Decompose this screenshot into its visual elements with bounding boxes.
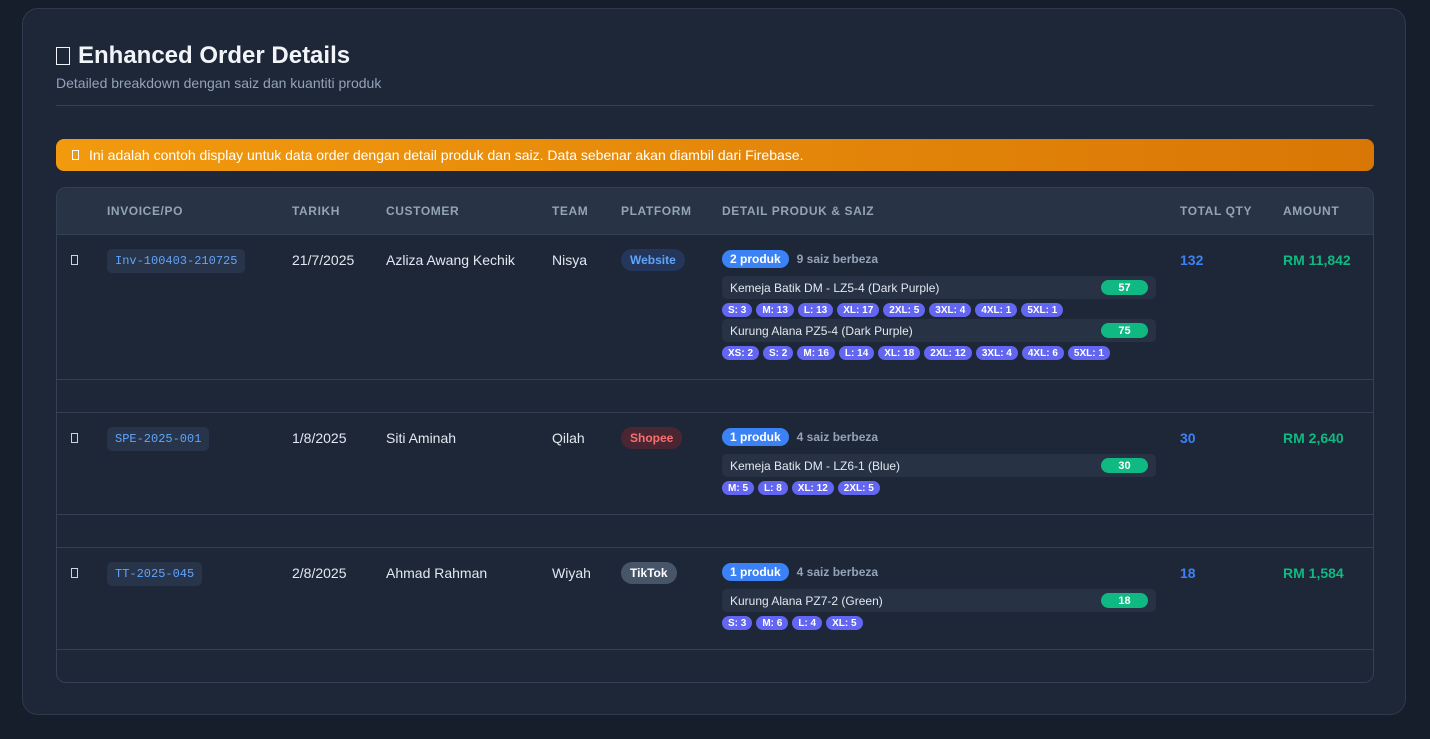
order-date: 1/8/2025 — [292, 430, 347, 446]
product-detail: 1 produk 4 saiz berbeza Kurung Alana PZ7… — [722, 563, 1156, 630]
product-name: Kurung Alana PZ7-2 (Green) — [730, 593, 883, 608]
invoice-badge[interactable]: Inv-100403-210725 — [107, 249, 246, 273]
size-list: XS: 2 S: 2 M: 16 L: 14 XL: 18 2XL: 12 3X… — [722, 346, 1156, 360]
size-badge: 2XL: 5 — [837, 481, 880, 495]
page-title: Enhanced Order Details — [78, 42, 351, 69]
size-badge: XL: 5 — [826, 616, 863, 630]
size-list: M: 5 L: 8 XL: 12 2XL: 5 — [722, 481, 1156, 495]
size-count-label: 9 saiz berbeza — [796, 252, 879, 266]
product-qty-badge: 30 — [1101, 458, 1148, 473]
size-badge: M: 13 — [756, 303, 794, 317]
size-badge: 4XL: 6 — [1021, 346, 1064, 360]
product-detail: 2 produk 9 saiz berbeza Kemeja Batik DM … — [722, 250, 1156, 360]
warning-icon — [72, 150, 79, 160]
header-divider — [56, 105, 1374, 106]
row-checkbox[interactable] — [71, 433, 78, 443]
size-badge: XL: 18 — [878, 346, 921, 360]
total-qty: 30 — [1180, 430, 1196, 446]
table-row[interactable]: TT-2025-045 2/8/2025 Ahmad Rahman Wiyah … — [57, 548, 1373, 650]
size-badge: 4XL: 1 — [975, 303, 1018, 317]
team-name: Qilah — [552, 430, 585, 446]
page-header: Enhanced Order Details Detailed breakdow… — [56, 41, 1374, 91]
product-count-badge: 1 produk — [722, 563, 789, 581]
clipboard-icon — [56, 47, 70, 65]
product-detail: 1 produk 4 saiz berbeza Kemeja Batik DM … — [722, 428, 1156, 495]
size-badge: 2XL: 12 — [924, 346, 972, 360]
col-detail[interactable]: DETAIL PRODUK & SAIZ — [722, 204, 874, 218]
order-details-card: Enhanced Order Details Detailed breakdow… — [22, 8, 1406, 715]
total-qty: 132 — [1180, 252, 1204, 268]
size-badge: S: 3 — [722, 303, 753, 317]
size-list: S: 3 M: 13 L: 13 XL: 17 2XL: 5 3XL: 4 4X… — [722, 303, 1156, 317]
size-badge: L: 4 — [792, 616, 823, 630]
table-header: INVOICE/PO TARIKH CUSTOMER TEAM PLATFORM… — [57, 188, 1373, 235]
platform-badge: Shopee — [621, 427, 683, 449]
size-badge: 3XL: 4 — [975, 346, 1018, 360]
col-platform[interactable]: PLATFORM — [621, 204, 692, 218]
team-name: Wiyah — [552, 565, 591, 581]
invoice-badge[interactable]: SPE-2025-001 — [107, 427, 210, 451]
product-line: Kemeja Batik DM - LZ6-1 (Blue) 30 — [722, 454, 1156, 477]
size-badge: 3XL: 4 — [929, 303, 972, 317]
row-checkbox[interactable] — [71, 255, 78, 265]
col-total-qty[interactable]: TOTAL QTY — [1180, 204, 1252, 218]
table-row[interactable]: SPE-2025-001 1/8/2025 Siti Aminah Qilah … — [57, 413, 1373, 515]
size-badge: XS: 2 — [722, 346, 760, 360]
customer-name: Ahmad Rahman — [386, 565, 488, 581]
platform-badge: TikTok — [621, 562, 677, 584]
size-list: S: 3 M: 6 L: 4 XL: 5 — [722, 616, 1156, 630]
size-badge: XL: 12 — [791, 481, 834, 495]
size-badge: M: 16 — [797, 346, 835, 360]
size-badge: M: 5 — [722, 481, 754, 495]
total-qty: 18 — [1180, 565, 1196, 581]
col-invoice[interactable]: INVOICE/PO — [107, 204, 183, 218]
col-team[interactable]: TEAM — [552, 204, 588, 218]
col-date[interactable]: TARIKH — [292, 204, 340, 218]
table-row[interactable]: Inv-100403-210725 21/7/2025 Azliza Awang… — [57, 235, 1373, 380]
invoice-badge[interactable]: TT-2025-045 — [107, 562, 203, 586]
info-alert: Ini adalah contoh display untuk data ord… — [56, 139, 1374, 171]
amount: RM 1,584 — [1283, 565, 1344, 581]
size-badge: S: 2 — [763, 346, 794, 360]
row-spacer — [57, 515, 1373, 548]
size-badge: XL: 17 — [837, 303, 880, 317]
product-qty-badge: 18 — [1101, 593, 1148, 608]
product-count-badge: 2 produk — [722, 250, 789, 268]
size-badge: 2XL: 5 — [883, 303, 926, 317]
order-date: 2/8/2025 — [292, 565, 347, 581]
size-count-label: 4 saiz berbeza — [796, 565, 879, 579]
product-name: Kemeja Batik DM - LZ5-4 (Dark Purple) — [730, 280, 940, 295]
platform-badge: Website — [621, 249, 685, 271]
orders-table: INVOICE/PO TARIKH CUSTOMER TEAM PLATFORM… — [56, 187, 1374, 683]
product-name: Kurung Alana PZ5-4 (Dark Purple) — [730, 323, 913, 338]
col-customer[interactable]: CUSTOMER — [386, 204, 459, 218]
col-amount[interactable]: AMOUNT — [1283, 204, 1339, 218]
product-line: Kurung Alana PZ7-2 (Green) 18 — [722, 589, 1156, 612]
size-badge: L: 13 — [797, 303, 834, 317]
alert-text: Ini adalah contoh display untuk data ord… — [89, 147, 804, 163]
page-subtitle: Detailed breakdown dengan saiz dan kuant… — [56, 75, 382, 91]
customer-name: Azliza Awang Kechik — [386, 252, 515, 268]
size-badge: L: 8 — [758, 481, 788, 495]
size-badge: L: 14 — [838, 346, 875, 360]
size-count-label: 4 saiz berbeza — [796, 430, 879, 444]
order-date: 21/7/2025 — [292, 252, 355, 268]
product-count-badge: 1 produk — [722, 428, 789, 446]
size-badge: 5XL: 1 — [1021, 303, 1064, 317]
team-name: Nisya — [552, 252, 588, 268]
amount: RM 2,640 — [1283, 430, 1344, 446]
product-qty-badge: 75 — [1101, 323, 1148, 338]
amount: RM 11,842 — [1283, 252, 1351, 268]
product-line: Kemeja Batik DM - LZ5-4 (Dark Purple) 57 — [722, 276, 1156, 299]
customer-name: Siti Aminah — [386, 430, 457, 446]
size-badge: M: 6 — [756, 616, 789, 630]
row-checkbox[interactable] — [71, 568, 78, 578]
product-line: Kurung Alana PZ5-4 (Dark Purple) 75 — [722, 319, 1156, 342]
size-badge: 5XL: 1 — [1067, 346, 1110, 360]
page-title-row: Enhanced Order Details — [56, 41, 1374, 71]
row-spacer — [57, 380, 1373, 413]
product-name: Kemeja Batik DM - LZ6-1 (Blue) — [730, 458, 901, 473]
size-badge: S: 3 — [722, 616, 753, 630]
product-qty-badge: 57 — [1101, 280, 1148, 295]
